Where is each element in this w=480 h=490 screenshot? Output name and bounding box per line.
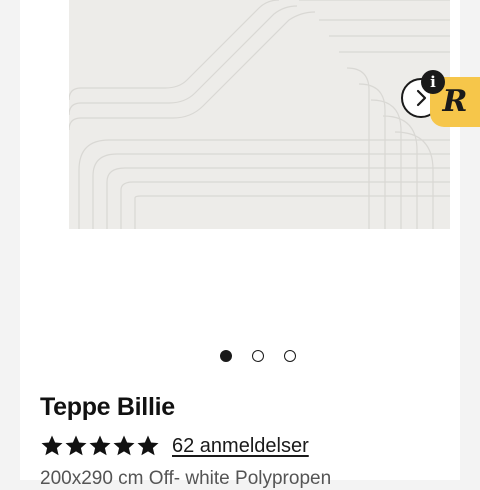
- product-rating[interactable]: 62 anmeldelser: [40, 431, 309, 461]
- info-icon[interactable]: i: [421, 70, 445, 94]
- carousel-dot-1[interactable]: [220, 350, 232, 362]
- star-icon: [89, 435, 111, 456]
- star-icon: [137, 435, 159, 456]
- product-description: 200x290 cm Off- white Polypropen: [40, 468, 332, 489]
- carousel-dot-2[interactable]: [252, 350, 264, 362]
- badge-letter: R: [442, 84, 468, 119]
- carousel-indicators: [220, 350, 296, 364]
- star-icon: [65, 435, 87, 456]
- product-image[interactable]: [69, 0, 450, 229]
- rating-stars: [40, 434, 160, 458]
- reviews-link[interactable]: 62 anmeldelser: [172, 435, 309, 458]
- product-title: Teppe Billie: [40, 393, 175, 421]
- rug-pattern: [69, 0, 450, 229]
- star-icon: [113, 435, 135, 456]
- carousel-dot-3[interactable]: [284, 350, 296, 362]
- star-icon: [41, 435, 63, 456]
- product-card: Teppe Billie 62 anmeldelser 200x290 cm O…: [20, 0, 460, 489]
